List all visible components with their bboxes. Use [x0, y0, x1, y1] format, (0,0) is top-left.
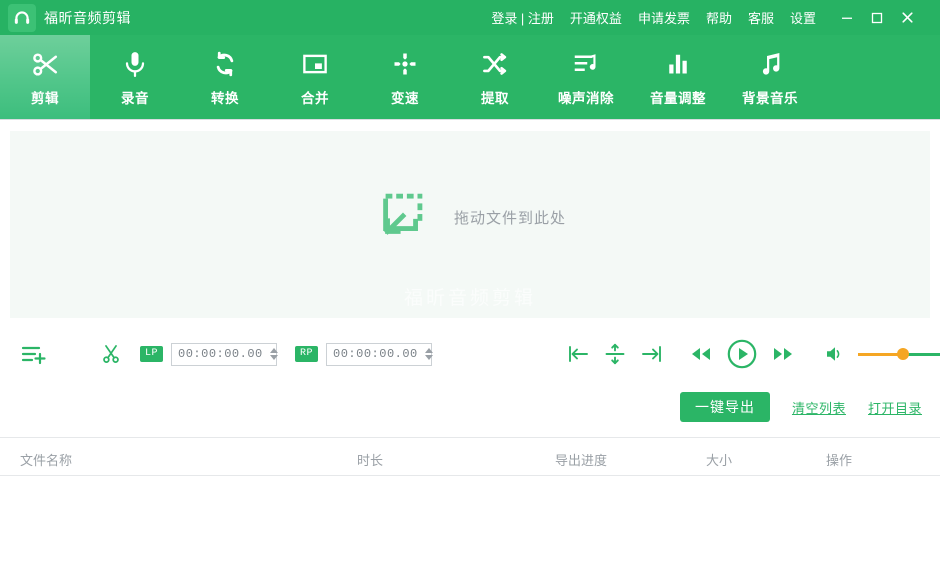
right-point-time-value: 00:00:00.00	[333, 347, 418, 361]
spinner-up-icon[interactable]	[269, 348, 278, 353]
tab-background-music-label: 背景音乐	[742, 91, 798, 106]
tab-merge-label: 合并	[301, 91, 329, 106]
tab-record-label: 录音	[121, 91, 149, 106]
window-controls	[832, 0, 928, 35]
table-body-empty	[0, 476, 940, 580]
convert-refresh-icon	[210, 47, 240, 81]
tab-convert[interactable]: 转换	[180, 35, 270, 119]
spinner-down-icon[interactable]	[269, 355, 278, 360]
column-header-duration: 时长	[357, 453, 384, 468]
merge-square-icon	[300, 47, 330, 81]
column-header-progress: 导出进度	[555, 453, 608, 468]
speed-dpad-icon	[390, 47, 420, 81]
shuffle-extract-icon	[480, 47, 510, 81]
tab-background-music[interactable]: 背景音乐	[724, 35, 816, 119]
volume-bars-icon	[663, 47, 693, 81]
title-bar: 福昕音频剪辑 登录 | 注册 开通权益 申请发票 帮助 客服 设置	[0, 0, 940, 35]
split-center-icon[interactable]	[603, 343, 627, 365]
menu-login-register[interactable]: 登录 | 注册	[491, 8, 554, 27]
spinner-down-icon[interactable]	[424, 355, 433, 360]
right-point-time-input[interactable]: 00:00:00.00	[326, 342, 433, 366]
fast-forward-icon[interactable]	[772, 345, 794, 363]
drop-zone-label: 拖动文件到此处	[453, 210, 566, 227]
clear-list-link[interactable]: 清空列表	[792, 398, 846, 417]
tab-noise-reduction[interactable]: 噪声消除	[540, 35, 632, 119]
drag-drop-file-icon	[374, 186, 432, 249]
play-circle-icon[interactable]	[726, 338, 758, 370]
rewind-icon[interactable]	[690, 345, 712, 363]
tab-edit[interactable]: 剪辑	[0, 35, 90, 119]
jump-to-end-icon[interactable]	[640, 343, 664, 365]
application-window: 福昕音频剪辑 登录 | 注册 开通权益 申请发票 帮助 客服 设置 剪辑 录音 …	[0, 0, 940, 580]
transport-controls	[566, 338, 794, 370]
microphone-icon	[120, 47, 150, 81]
export-actions: 一键导出 清空列表 打开目录	[0, 392, 940, 422]
tab-speed-label: 变速	[391, 91, 419, 106]
scissors-icon	[30, 47, 61, 81]
tab-speed[interactable]: 变速	[360, 35, 450, 119]
spinner-up-icon[interactable]	[424, 348, 433, 353]
menu-customer-service[interactable]: 客服	[748, 8, 774, 27]
table-header-row: 文件名称 时长 导出进度 大小 操作	[0, 437, 940, 476]
volume-slider[interactable]	[858, 347, 940, 361]
add-file-icon[interactable]	[20, 341, 48, 367]
left-point-time-value: 00:00:00.00	[178, 347, 263, 361]
editor-control-bar: LP 00:00:00.00 RP 00:00:00.00	[0, 326, 940, 382]
open-folder-link[interactable]: 打开目录	[868, 398, 922, 417]
tab-convert-label: 转换	[211, 91, 239, 106]
left-point-spinner[interactable]	[269, 348, 278, 360]
tab-extract[interactable]: 提取	[450, 35, 540, 119]
app-title: 福昕音频剪辑	[44, 9, 131, 26]
tab-noise-reduction-label: 噪声消除	[558, 91, 614, 106]
headphone-logo-icon	[8, 3, 36, 32]
menu-help[interactable]: 帮助	[706, 8, 732, 27]
export-all-button[interactable]: 一键导出	[679, 392, 770, 422]
column-header-size: 大小	[706, 453, 733, 468]
menu-settings[interactable]: 设置	[790, 8, 816, 27]
tab-edit-label: 剪辑	[31, 91, 59, 106]
drop-zone-watermark: 福昕音频剪辑	[403, 288, 536, 309]
right-point-badge: RP	[295, 346, 319, 362]
tab-record[interactable]: 录音	[90, 35, 180, 119]
title-menu: 登录 | 注册 开通权益 申请发票 帮助 客服 设置	[491, 0, 940, 35]
noise-reduction-icon	[571, 47, 601, 81]
right-point-spinner[interactable]	[424, 348, 433, 360]
music-note-icon	[755, 47, 785, 81]
scissors-cut-icon[interactable]	[100, 343, 122, 365]
minimize-icon[interactable]	[832, 0, 862, 35]
menu-open-benefits[interactable]: 开通权益	[570, 8, 622, 27]
tab-volume-adjust-label: 音量调整	[650, 91, 706, 106]
main-toolbar: 剪辑 录音 转换 合并 变速 提取 噪声消除 音量调整 背景音乐	[0, 35, 940, 120]
left-point-badge: LP	[140, 346, 164, 362]
tab-extract-label: 提取	[481, 91, 509, 106]
volume-slider-handle[interactable]	[897, 348, 910, 360]
workspace: 拖动文件到此处 福昕音频剪辑 LP 00:00:00.00 RP 00:00:0…	[0, 120, 940, 580]
file-list-table: 文件名称 时长 导出进度 大小 操作	[0, 437, 940, 580]
close-icon[interactable]	[892, 0, 922, 35]
file-drop-zone[interactable]: 拖动文件到此处 福昕音频剪辑	[10, 131, 930, 318]
column-header-actions: 操作	[826, 453, 853, 468]
tab-volume-adjust[interactable]: 音量调整	[632, 35, 724, 119]
maximize-icon[interactable]	[862, 0, 892, 35]
jump-to-start-icon[interactable]	[566, 343, 590, 365]
column-header-filename: 文件名称	[20, 453, 73, 468]
speaker-volume-icon[interactable]	[824, 344, 846, 364]
left-point-time-input[interactable]: 00:00:00.00	[171, 342, 278, 366]
menu-apply-invoice[interactable]: 申请发票	[638, 8, 690, 27]
tab-merge[interactable]: 合并	[270, 35, 360, 119]
